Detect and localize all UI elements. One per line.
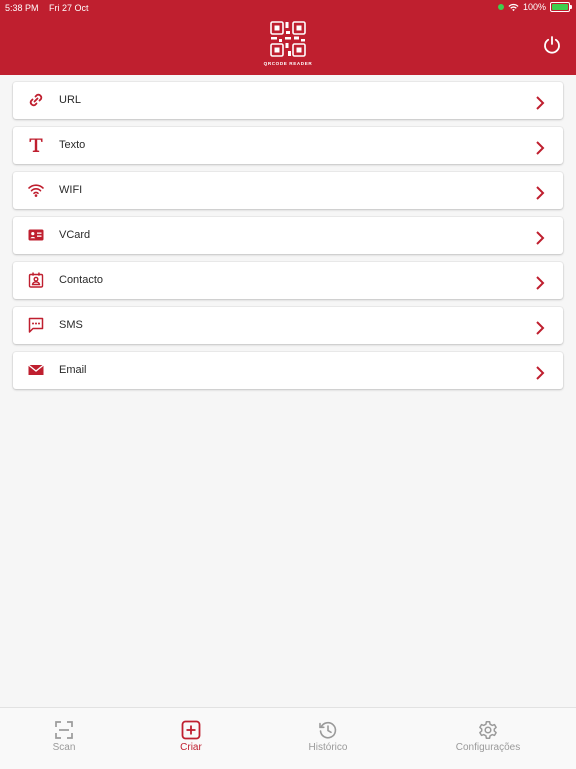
sms-icon <box>27 316 45 334</box>
power-button[interactable] <box>542 35 562 55</box>
list-item-label: SMS <box>59 319 83 331</box>
vcard-icon <box>27 226 45 244</box>
list-item-sms[interactable]: SMS <box>13 307 563 344</box>
list-item-vcard[interactable]: VCard <box>13 217 563 254</box>
battery-icon <box>550 2 572 12</box>
list-item-label: VCard <box>59 229 91 241</box>
list-item-email[interactable]: Email <box>13 352 563 389</box>
list-item-label: Email <box>59 364 87 376</box>
scan-icon <box>55 721 73 739</box>
tab-bar: Scan Criar Histórico Configurações <box>0 707 576 769</box>
add-icon <box>181 720 201 740</box>
chevron-right-icon <box>536 366 545 380</box>
contact-icon <box>27 271 45 289</box>
list-item-url[interactable]: URL <box>13 82 563 119</box>
wifi-icon <box>27 181 45 199</box>
status-time: 5:38 PM <box>5 3 39 13</box>
list-item-label: Texto <box>59 139 86 151</box>
status-bar: 5:38 PM Fri 27 Oct 100% <box>0 0 576 16</box>
chevron-right-icon <box>536 321 545 335</box>
tab-label: Configurações <box>455 742 521 753</box>
wifi-status-icon <box>508 3 519 11</box>
list-item-label: Contacto <box>59 274 104 286</box>
create-type-list: URL Texto WIFI VCard Contacto SMS Email <box>13 82 563 397</box>
settings-icon <box>479 721 497 739</box>
email-icon <box>27 361 45 379</box>
app-logo: QRCODE READER <box>262 20 314 72</box>
list-item-label: URL <box>59 94 82 106</box>
list-item-label: WIFI <box>59 184 83 196</box>
chevron-right-icon <box>536 231 545 245</box>
logo-text: QRCODE READER <box>263 61 313 66</box>
list-item-wifi[interactable]: WIFI <box>13 172 563 209</box>
tab-configuracoes[interactable]: Configurações <box>438 720 538 753</box>
battery-percent: 100% <box>522 2 546 12</box>
chevron-right-icon <box>536 96 545 110</box>
text-icon <box>27 136 45 154</box>
tab-label: Scan <box>52 742 76 753</box>
privacy-dot-icon <box>497 4 504 10</box>
tab-label: Criar <box>180 742 202 753</box>
list-item-texto[interactable]: Texto <box>13 127 563 164</box>
tab-criar[interactable]: Criar <box>141 720 241 753</box>
tab-label: Histórico <box>308 742 348 753</box>
qrcode-logo-icon <box>270 21 306 57</box>
chevron-right-icon <box>536 186 545 200</box>
history-icon <box>319 721 337 739</box>
app-header: 5:38 PM Fri 27 Oct 100% QRCODE READER <box>0 0 576 75</box>
list-item-contacto[interactable]: Contacto <box>13 262 563 299</box>
status-date: Fri 27 Oct <box>49 3 89 13</box>
tab-scan[interactable]: Scan <box>14 720 114 753</box>
link-icon <box>27 91 45 109</box>
chevron-right-icon <box>536 276 545 290</box>
tab-historico[interactable]: Histórico <box>278 720 378 753</box>
chevron-right-icon <box>536 141 545 155</box>
